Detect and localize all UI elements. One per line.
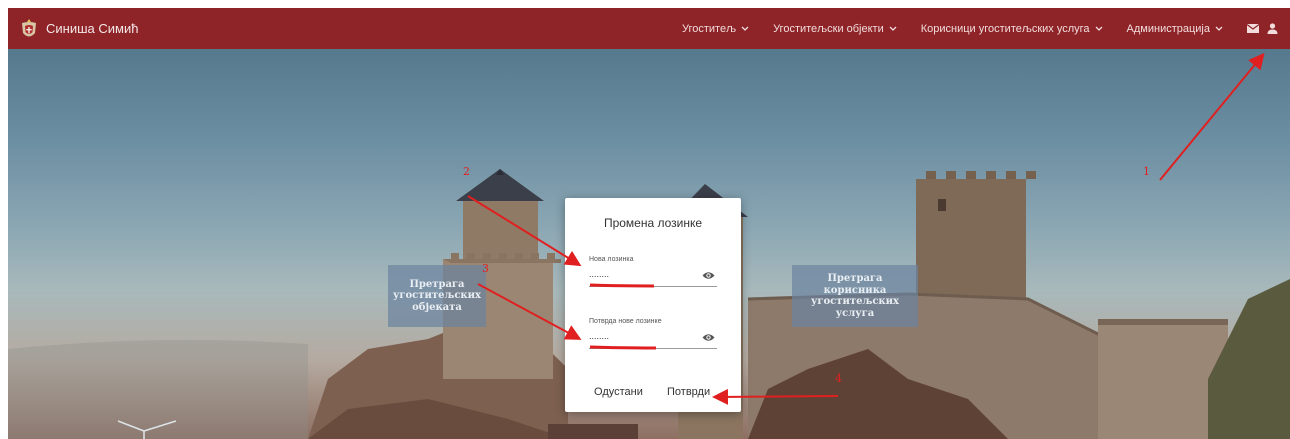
confirm-password-input[interactable] bbox=[589, 331, 689, 341]
eye-icon bbox=[702, 334, 715, 341]
envelope-icon bbox=[1247, 24, 1259, 33]
chevron-down-icon bbox=[741, 26, 749, 31]
show-password-toggle[interactable] bbox=[702, 267, 715, 285]
user-icon bbox=[1267, 23, 1278, 34]
serbian-crest-icon bbox=[22, 18, 36, 36]
brand[interactable]: Синиша Симић bbox=[20, 18, 138, 40]
nav-label: Корисници угоститељских услуга bbox=[920, 22, 1090, 35]
nav-label: Угоститељски објекти bbox=[773, 22, 884, 35]
search-users-tile[interactable]: Претрага корисника угоститељских услуга bbox=[792, 265, 918, 327]
chevron-down-icon bbox=[1095, 26, 1102, 31]
show-password-toggle[interactable] bbox=[702, 329, 715, 347]
nav-label: Администрација bbox=[1126, 22, 1210, 35]
nav-korisnici[interactable]: Корисници угоститељских услуга bbox=[921, 23, 1103, 35]
input-underline bbox=[589, 348, 717, 349]
input-underline bbox=[589, 286, 717, 287]
tile-label: Претрага угоститељских објеката bbox=[392, 278, 482, 313]
top-navigation-bar: Синиша Симић Угоститељ Угоститељски обје… bbox=[8, 8, 1290, 49]
annotation-number: 1 bbox=[1143, 165, 1150, 178]
main-nav: Угоститељ Угоститељски објекти Корисници… bbox=[682, 8, 1290, 49]
nav-administracija[interactable]: Администрација bbox=[1127, 23, 1223, 35]
dialog-title: Промена лозинке bbox=[603, 216, 703, 230]
tile-label: Претрага корисника угоститељских услуга bbox=[810, 273, 900, 319]
confirm-password-field: Потврда нове лозинке bbox=[589, 318, 717, 349]
user-menu-button[interactable] bbox=[1267, 23, 1278, 34]
chevron-down-icon bbox=[1215, 26, 1223, 31]
search-objects-tile[interactable]: Претрага угоститељских објеката bbox=[388, 265, 486, 327]
change-password-dialog: Промена лозинке Нова лозинка Потврда нов… bbox=[565, 198, 741, 412]
nav-ugostiteljski-objekti[interactable]: Угоститељски објекти bbox=[773, 23, 897, 35]
annotation-number: 2 bbox=[463, 165, 470, 178]
new-password-label: Нова лозинка bbox=[589, 256, 634, 263]
eye-icon bbox=[702, 272, 715, 279]
annotation-number: 4 bbox=[835, 372, 842, 385]
app-root: Синиша Симић Угоститељ Угоститељски обје… bbox=[0, 0, 1290, 439]
new-password-input[interactable] bbox=[589, 269, 689, 279]
new-password-field: Нова лозинка bbox=[589, 256, 717, 287]
user-name: Синиша Симић bbox=[46, 21, 139, 36]
confirm-button[interactable]: Потврди bbox=[667, 386, 710, 398]
nav-ugostitelj[interactable]: Угоститељ bbox=[682, 23, 749, 35]
cancel-button[interactable]: Одустани bbox=[594, 386, 643, 398]
annotation-number: 3 bbox=[482, 262, 489, 275]
messages-button[interactable] bbox=[1247, 24, 1259, 33]
chevron-down-icon bbox=[889, 26, 897, 31]
nav-label: Угоститељ bbox=[681, 22, 737, 35]
confirm-password-label: Потврда нове лозинке bbox=[589, 318, 662, 325]
dialog-actions: Одустани Потврди bbox=[565, 386, 741, 402]
